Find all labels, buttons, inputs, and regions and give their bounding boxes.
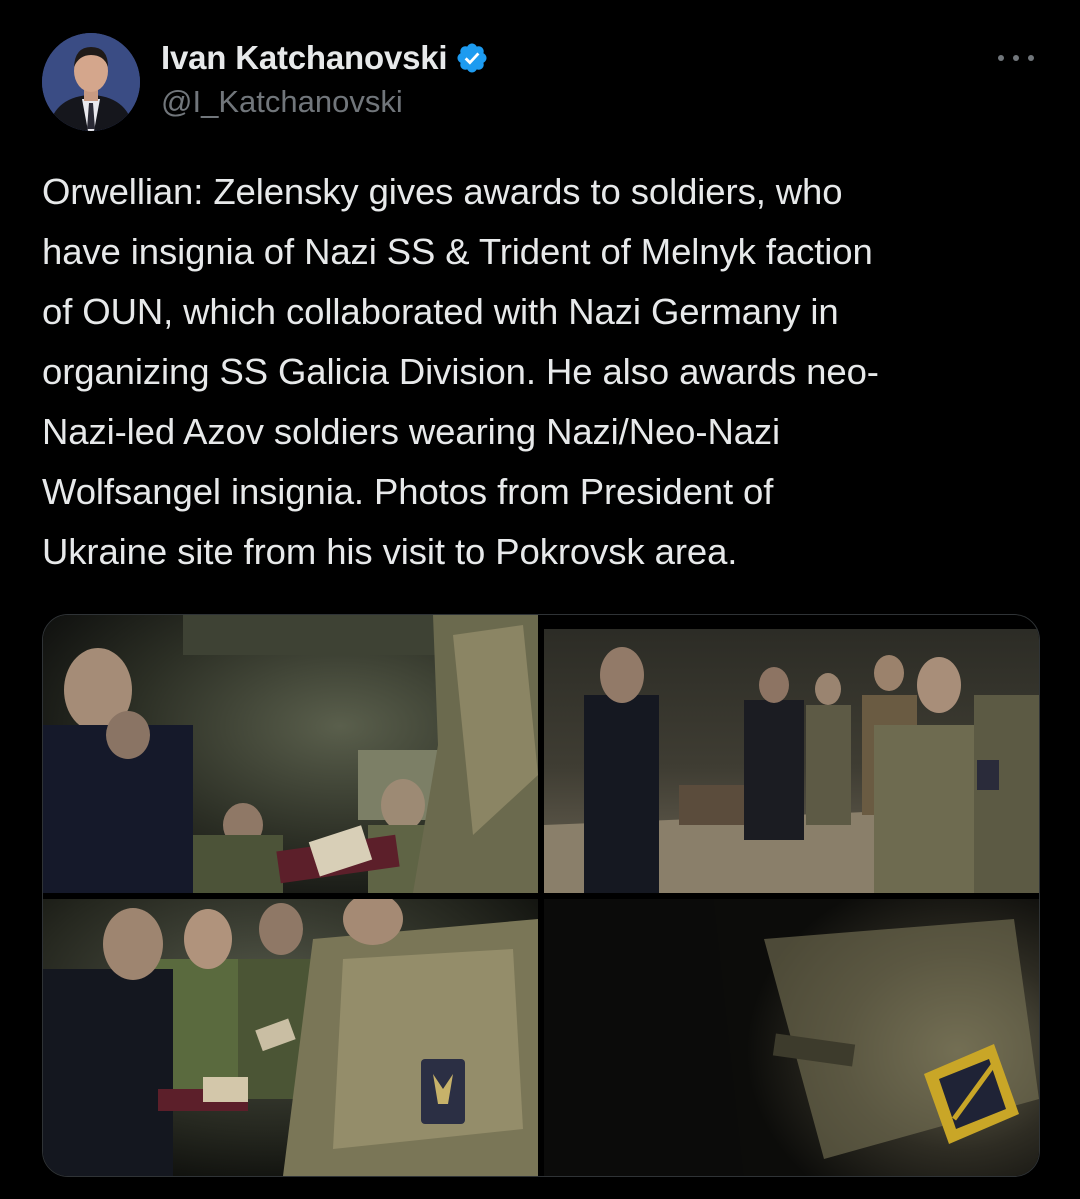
media-photo-4[interactable] [544,899,1039,1176]
verified-badge-icon [455,41,489,75]
author-block: Ivan Katchanovski @I_Katchanovski [161,38,489,120]
more-dot-icon [1013,55,1019,61]
media-photo-2[interactable] [544,615,1039,893]
more-dot-icon [998,55,1004,61]
display-name[interactable]: Ivan Katchanovski [161,39,448,77]
more-dot-icon [1028,55,1034,61]
avatar-image [42,33,140,131]
media-grid [42,614,1040,1177]
media-photo-3[interactable] [43,899,538,1176]
handle[interactable]: @I_Katchanovski [161,84,489,120]
name-row: Ivan Katchanovski [161,38,489,78]
tweet: Ivan Katchanovski @I_Katchanovski Orwell… [0,0,1080,1199]
media-photo-1[interactable] [43,615,538,893]
more-options-button[interactable] [998,48,1034,68]
avatar[interactable] [42,33,140,131]
tweet-text: Orwellian: Zelensky gives awards to sold… [42,171,879,572]
